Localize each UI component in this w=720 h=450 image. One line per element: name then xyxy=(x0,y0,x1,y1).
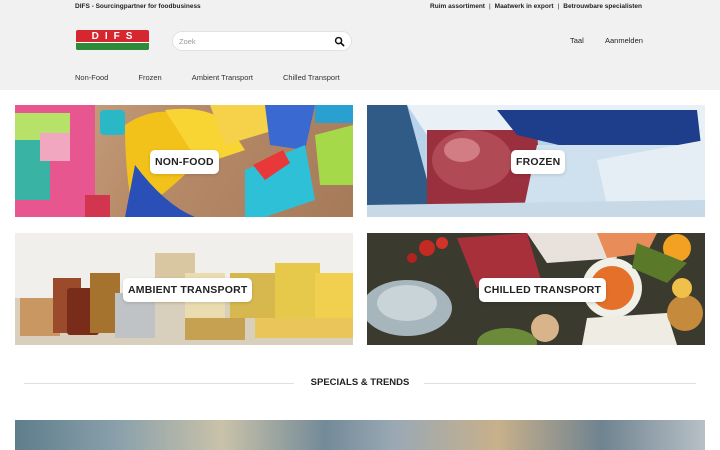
search-box xyxy=(172,31,352,51)
usp-separator: | xyxy=(488,3,491,10)
search-input[interactable] xyxy=(179,35,329,48)
usp-list: Ruim assortiment | Maatwerk in export | … xyxy=(430,3,642,10)
category-label: NON-FOOD xyxy=(150,150,219,174)
search-icon[interactable] xyxy=(334,36,345,47)
specials-section-header: SPECIALS & TRENDS xyxy=(24,377,696,389)
nav-item-ambient-transport[interactable]: Ambient Transport xyxy=(192,73,253,82)
site-header: DIFS Taal Aanmelden Non-Food Frozen Ambi… xyxy=(0,14,720,90)
usp-item: Ruim assortiment xyxy=(430,3,485,10)
nav-item-frozen[interactable]: Frozen xyxy=(138,73,161,82)
announcement-bar: DIFS - Sourcingpartner for foodbusiness … xyxy=(0,0,720,14)
specials-title: SPECIALS & TRENDS xyxy=(304,377,416,388)
usp-item: Betrouwbare specialisten xyxy=(563,3,642,10)
category-label: AMBIENT TRANSPORT xyxy=(123,278,253,302)
specials-banner-image[interactable] xyxy=(15,420,705,450)
nav-item-chilled-transport[interactable]: Chilled Transport xyxy=(283,73,340,82)
category-tile-non-food[interactable]: NON-FOOD xyxy=(15,105,353,217)
main-nav: Non-Food Frozen Ambient Transport Chille… xyxy=(75,73,370,82)
category-tile-chilled-transport[interactable]: CHILLED TRANSPORT xyxy=(367,233,705,345)
logo-text: DIFS xyxy=(91,31,139,42)
login-link[interactable]: Aanmelden xyxy=(605,36,643,45)
usp-item: Maatwerk in export xyxy=(494,3,554,10)
logo-green-stripe xyxy=(76,43,149,50)
difs-logo[interactable]: DIFS xyxy=(76,30,149,50)
category-tile-ambient-transport[interactable]: AMBIENT TRANSPORT xyxy=(15,233,353,345)
tagline: DIFS - Sourcingpartner for foodbusiness xyxy=(75,3,201,10)
language-button[interactable]: Taal xyxy=(570,36,584,45)
specials-title-wrap: SPECIALS & TRENDS xyxy=(24,377,696,388)
category-label: CHILLED TRANSPORT xyxy=(479,278,607,302)
nav-item-non-food[interactable]: Non-Food xyxy=(75,73,108,82)
usp-separator: | xyxy=(557,3,560,10)
category-tile-frozen[interactable]: FROZEN xyxy=(367,105,705,217)
category-label: FROZEN xyxy=(511,150,566,174)
